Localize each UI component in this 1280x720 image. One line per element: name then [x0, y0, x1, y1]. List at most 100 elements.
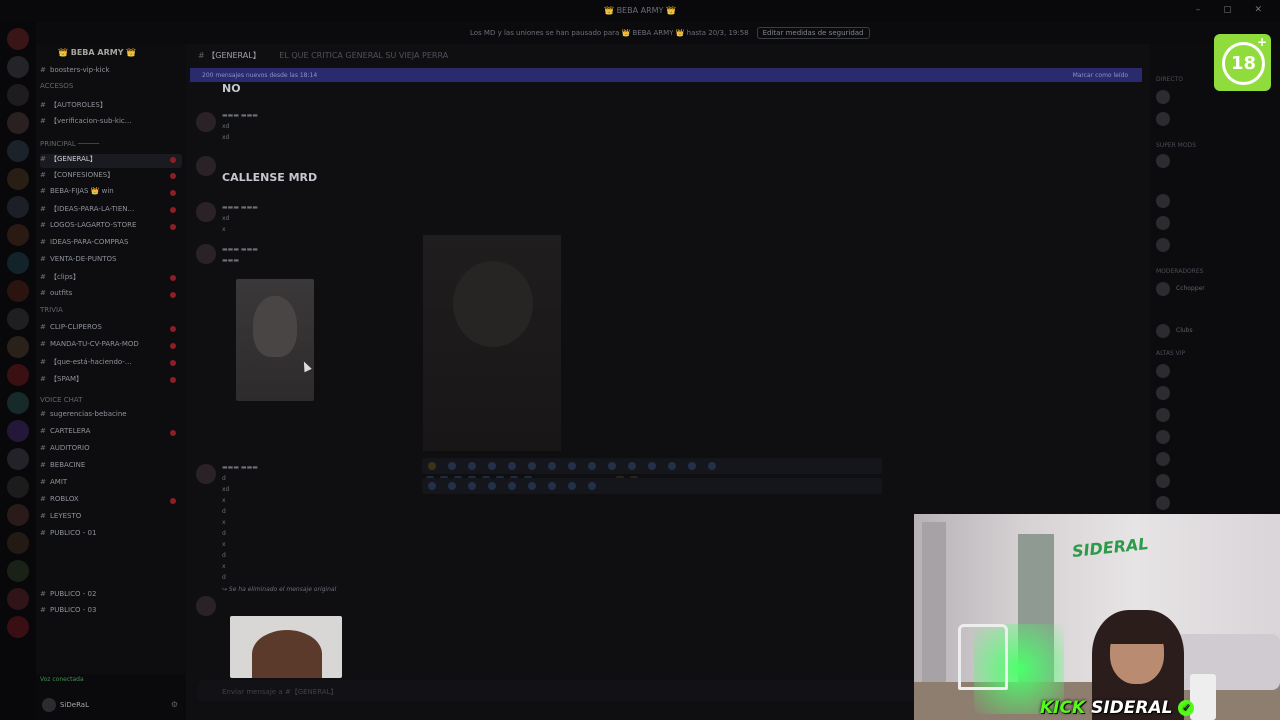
server-icon[interactable] — [7, 392, 29, 414]
member-item[interactable] — [1156, 110, 1276, 128]
channel-item[interactable]: # MANDA-TU-CV-PARA-MOD — [40, 340, 182, 354]
member-item[interactable]: Clubs — [1156, 322, 1276, 340]
hash-icon: # — [40, 478, 46, 486]
user-name: SiDeRaL — [60, 701, 89, 709]
image-attachment[interactable] — [230, 616, 342, 678]
channel-item[interactable]: # 【clips】 — [40, 272, 182, 286]
member-item[interactable] — [1156, 192, 1276, 210]
member-item[interactable] — [1156, 152, 1276, 170]
channel-item[interactable]: # ROBLOX — [40, 495, 182, 509]
stream-channel-name: SIDERAL — [1091, 698, 1173, 718]
channel-item[interactable]: # IDEAS-PARA-COMPRAS — [40, 238, 182, 252]
mark-read-button[interactable]: Marcar como leído — [1073, 72, 1128, 79]
hash-icon: # — [40, 273, 46, 281]
chair-shape — [958, 624, 1008, 690]
hash-icon: # — [40, 529, 46, 537]
server-icon[interactable] — [7, 56, 29, 78]
channel-item[interactable]: # 【verificacion-sub-kic... — [40, 116, 182, 130]
channel-category[interactable]: VOICE CHAT — [40, 396, 182, 410]
channel-item[interactable]: # CARTELERA — [40, 427, 182, 441]
window-controls[interactable]: – ▢ ✕ — [1196, 5, 1272, 15]
server-icon[interactable] — [7, 280, 29, 302]
channel-item[interactable]: # outfits — [40, 289, 182, 303]
server-icon[interactable] — [7, 504, 29, 526]
member-item[interactable] — [1156, 494, 1276, 512]
hash-icon: # — [40, 358, 46, 366]
server-icon[interactable] — [7, 532, 29, 554]
channel-category[interactable]: TRIVIA — [40, 306, 182, 320]
member-item[interactable] — [1156, 406, 1276, 424]
channel-label: outfits — [50, 289, 73, 297]
server-icon[interactable] — [7, 112, 29, 134]
server-icon[interactable] — [7, 196, 29, 218]
server-icon[interactable] — [7, 588, 29, 610]
channel-label: ROBLOX — [50, 495, 79, 503]
channel-category[interactable]: PRINCIPAL ───── — [40, 140, 182, 154]
server-icon[interactable] — [7, 28, 29, 50]
message-text: CALLENSE MRD — [222, 171, 318, 184]
member-item[interactable]: Cchopper — [1156, 280, 1276, 298]
server-icon[interactable] — [7, 308, 29, 330]
channel-item[interactable]: # 【AUTOROLES】 — [40, 100, 182, 114]
member-item[interactable] — [1156, 384, 1276, 402]
image-preview[interactable] — [423, 235, 561, 451]
server-icon[interactable] — [7, 560, 29, 582]
member-item[interactable] — [1156, 236, 1276, 254]
channel-item[interactable]: # boosters-vip-kick — [40, 66, 182, 80]
server-icon[interactable] — [7, 476, 29, 498]
server-icon[interactable] — [7, 84, 29, 106]
channel-item[interactable]: # PUBLICO - 01 — [40, 529, 182, 543]
unread-badge — [170, 360, 176, 366]
member-item[interactable] — [1156, 472, 1276, 490]
channel-label: ACCESOS — [40, 82, 74, 90]
avatar[interactable] — [196, 596, 216, 616]
channel-item[interactable]: # sugerencias-bebacine — [40, 410, 182, 424]
server-icon[interactable] — [7, 252, 29, 274]
channel-item[interactable]: # AMIT — [40, 478, 182, 492]
reactions-strip-preview[interactable] — [422, 458, 882, 498]
edit-security-button[interactable]: Editar medidas de seguridad — [756, 27, 870, 39]
new-messages-bar[interactable]: 200 mensajes nuevos desde las 18:14 Marc… — [190, 68, 1142, 82]
channel-label: sugerencias-bebacine — [50, 410, 127, 418]
avatar[interactable] — [196, 244, 216, 264]
avatar[interactable] — [42, 698, 56, 712]
member-item[interactable] — [1156, 362, 1276, 380]
channel-item[interactable]: # LEYESTO — [40, 512, 182, 526]
channel-item[interactable]: # 【IDEAS-PARA-LA-TIEN... — [40, 204, 182, 218]
channel-item[interactable]: # CLIP-CLIPEROS — [40, 323, 182, 337]
avatar[interactable] — [196, 112, 216, 132]
server-icon[interactable] — [7, 140, 29, 162]
server-icon[interactable] — [7, 168, 29, 190]
hash-icon: # — [40, 238, 46, 246]
channel-item[interactable]: # BEBA-FIJAS 👑 win — [40, 187, 182, 201]
image-attachment[interactable] — [236, 279, 314, 401]
server-icon[interactable] — [7, 448, 29, 470]
server-icon[interactable] — [7, 364, 29, 386]
server-name[interactable]: 👑 BEBA ARMY 👑 — [58, 48, 136, 57]
server-icon[interactable] — [7, 616, 29, 638]
window-title: 👑 BEBA ARMY 👑 — [604, 6, 676, 15]
channel-item[interactable]: # LOGOS-LAGARTO-STORE — [40, 221, 182, 235]
avatar[interactable] — [196, 156, 216, 176]
channel-item[interactable]: # 【que-está-haciendo-... — [40, 357, 182, 371]
avatar[interactable] — [196, 464, 216, 484]
avatar[interactable] — [196, 202, 216, 222]
channel-header: # 【GENERAL】 EL QUE CRITICA GENERAL SU VI… — [198, 50, 448, 61]
reply-reference[interactable]: ↪ Se ha eliminado el mensaje original — [222, 584, 336, 595]
channel-category[interactable]: ACCESOS — [40, 82, 182, 96]
server-icon[interactable] — [7, 420, 29, 442]
channel-item[interactable]: # 【SPAM】 — [40, 374, 182, 388]
settings-gear-icon[interactable]: ⚙ — [171, 700, 178, 709]
channel-item[interactable]: # AUDITORIO — [40, 444, 182, 458]
member-item[interactable] — [1156, 214, 1276, 232]
channel-item[interactable]: # PUBLICO - 03 — [40, 606, 182, 620]
server-icon[interactable] — [7, 224, 29, 246]
server-icon[interactable] — [7, 336, 29, 358]
member-item[interactable] — [1156, 428, 1276, 446]
channel-item[interactable]: # VENTA-DE-PUNTOS — [40, 255, 182, 269]
channel-item[interactable]: # BEBACINE — [40, 461, 182, 475]
member-item[interactable] — [1156, 450, 1276, 468]
channel-item[interactable]: # PUBLICO - 02 — [40, 590, 182, 604]
channel-item[interactable]: # 【GENERAL】 — [40, 154, 182, 168]
channel-item[interactable]: # 【CONFESIONES】 — [40, 170, 182, 184]
